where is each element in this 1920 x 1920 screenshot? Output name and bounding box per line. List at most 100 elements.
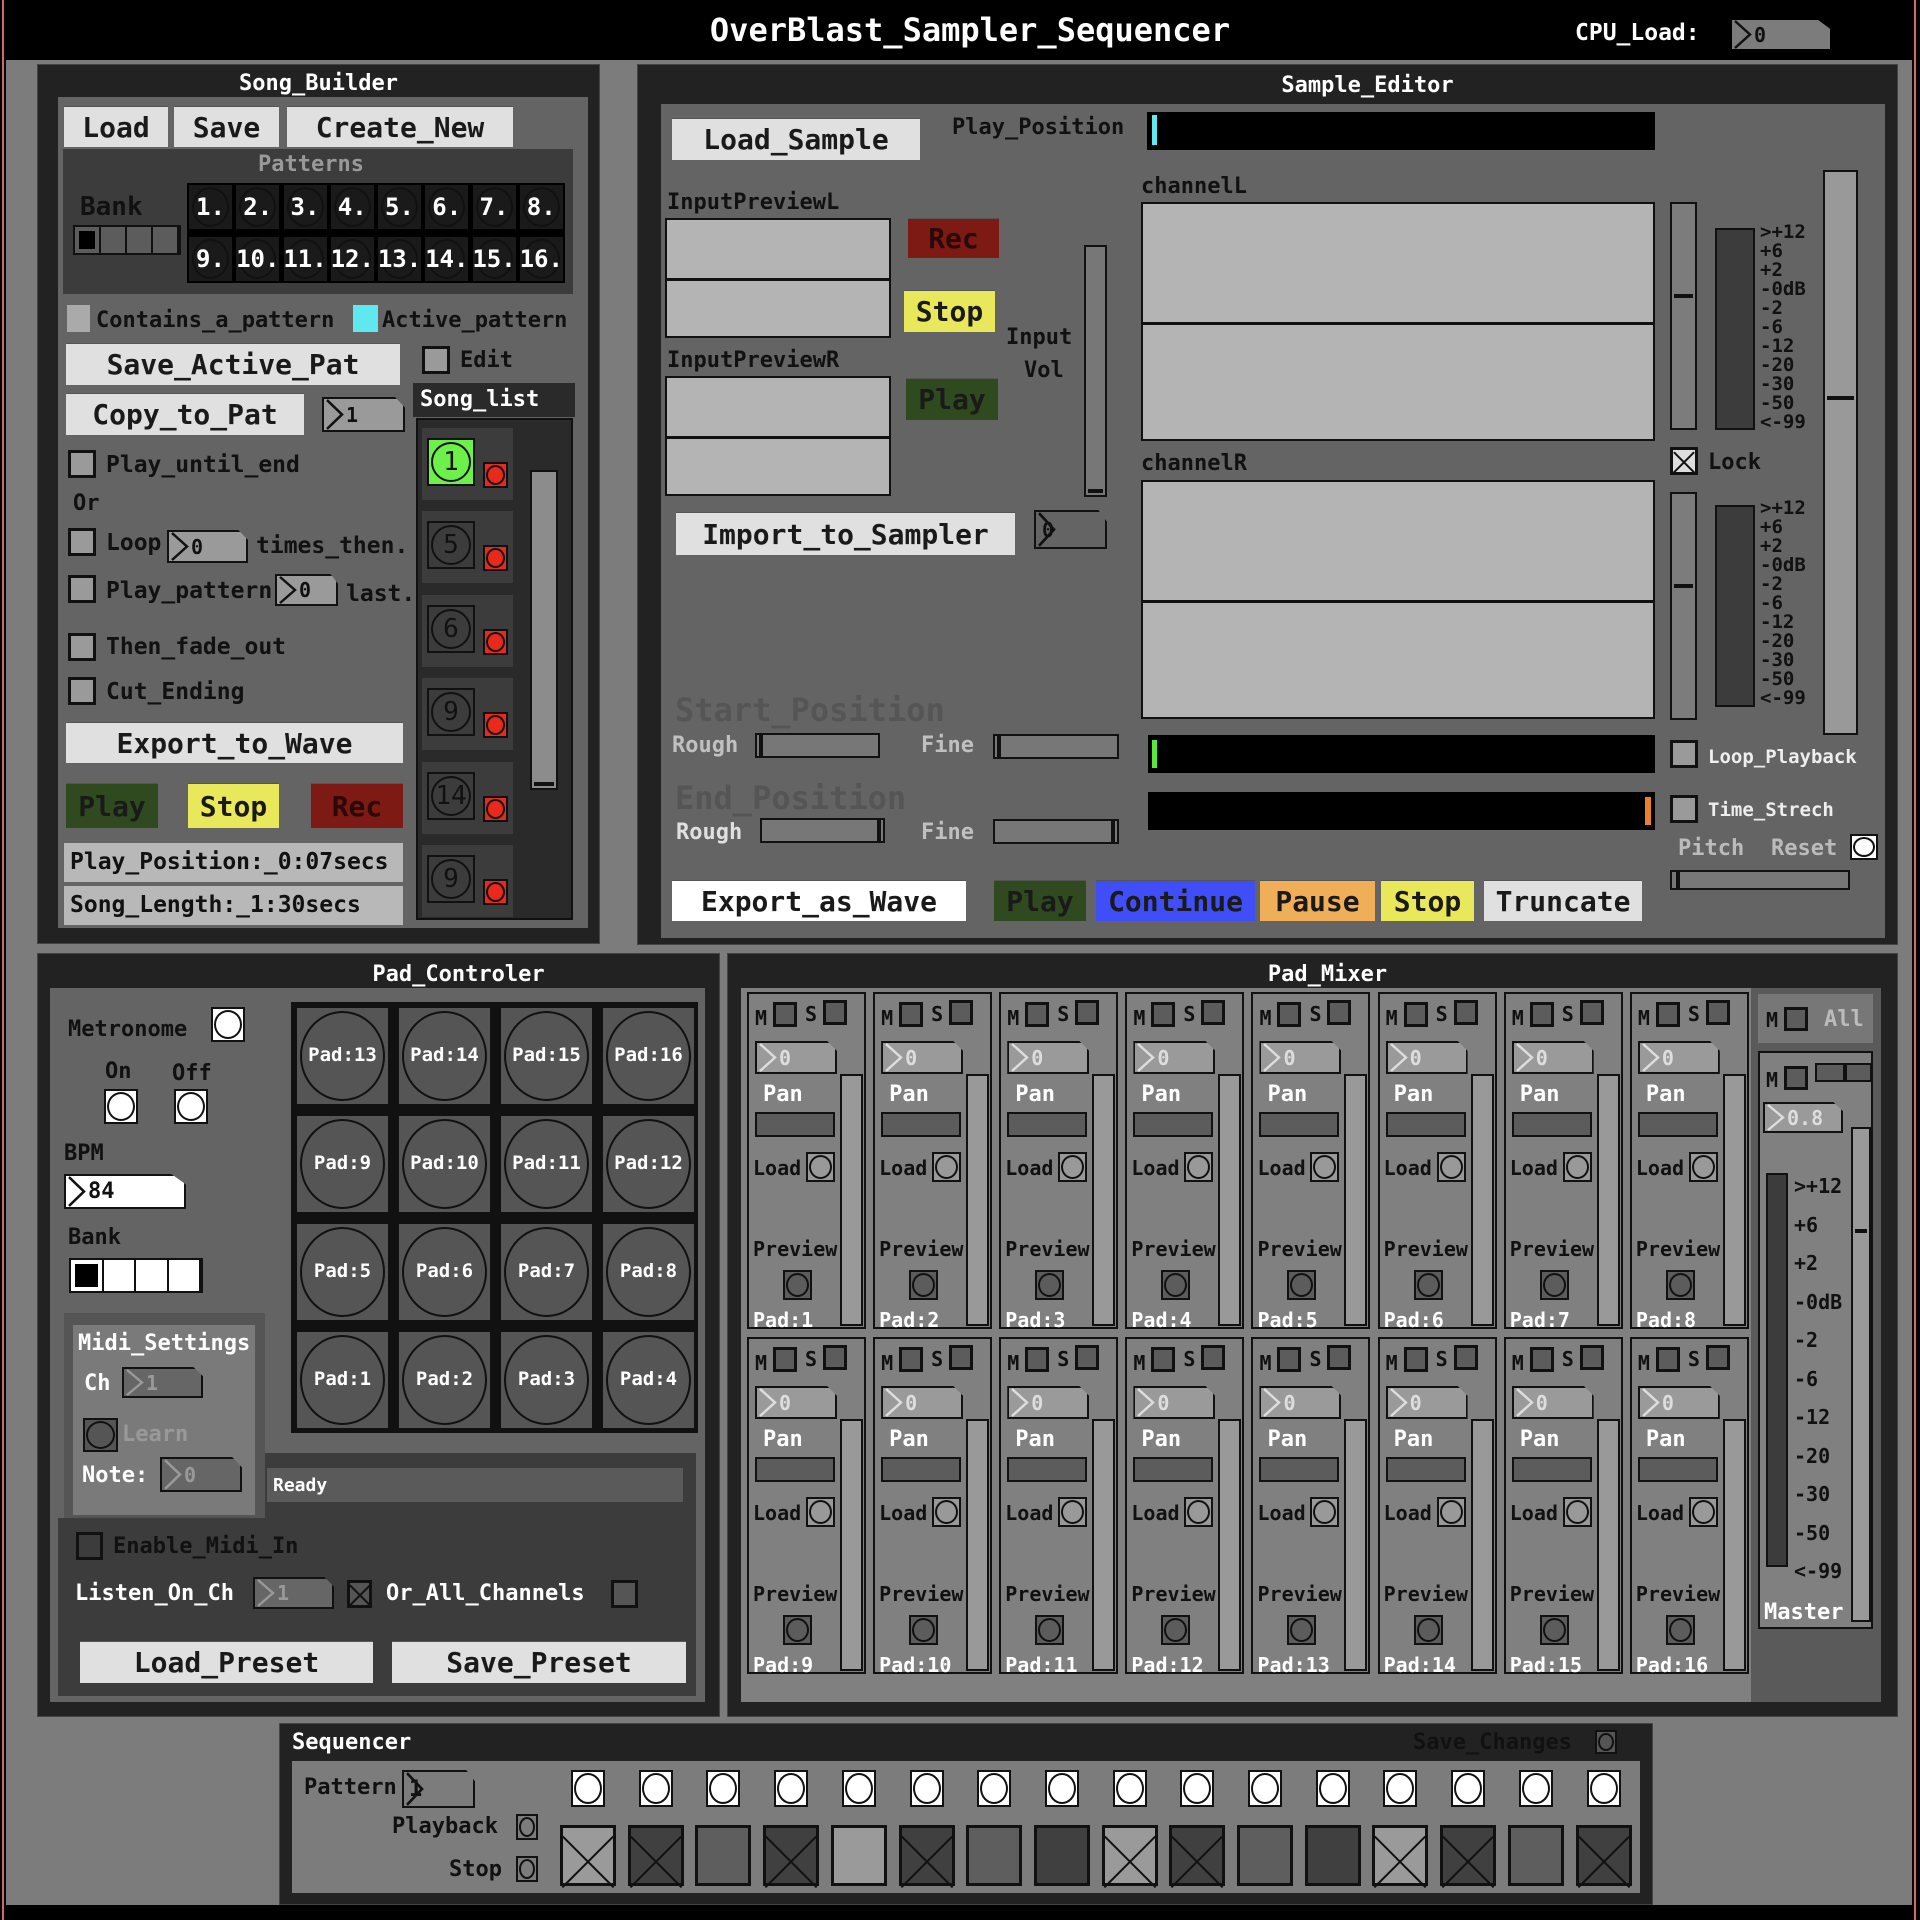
load-sample-bang[interactable] [806, 1497, 835, 1527]
volume-numbox[interactable]: 0 [1637, 1041, 1720, 1074]
volume-fader[interactable] [966, 1074, 990, 1326]
song-item-remove-toggle[interactable] [483, 879, 508, 905]
playback-bang[interactable] [516, 1814, 538, 1840]
start-position-bar[interactable] [1148, 735, 1655, 773]
song-load-button[interactable]: Load [64, 106, 168, 147]
volume-fader[interactable] [1470, 1419, 1494, 1671]
volume-numbox[interactable]: 0 [1385, 1041, 1468, 1074]
preview-bang[interactable] [783, 1615, 812, 1645]
pitch-reset-bang[interactable] [1850, 834, 1878, 860]
sample-stop-button[interactable]: Stop [904, 290, 995, 332]
mute-checkbox[interactable] [899, 1347, 924, 1372]
solo-checkbox[interactable] [949, 1000, 974, 1025]
preview-bang[interactable] [909, 1615, 939, 1645]
load-sample-bang[interactable] [1436, 1497, 1466, 1527]
or-all-channels-checkbox[interactable] [611, 1580, 638, 1608]
load-sample-button[interactable]: Load_Sample [672, 118, 920, 160]
preview-bang[interactable] [909, 1270, 939, 1300]
midi-note-numbox[interactable]: 0 [160, 1457, 242, 1492]
volume-numbox[interactable]: 0 [755, 1386, 837, 1419]
pattern-button[interactable]: 14. [425, 237, 468, 281]
solo-checkbox[interactable] [1201, 1000, 1226, 1025]
preview-bang[interactable] [1665, 1615, 1695, 1645]
preview-bang[interactable] [1539, 1615, 1569, 1645]
volume-fader[interactable] [1218, 1419, 1242, 1671]
mute-checkbox[interactable] [1529, 1002, 1554, 1027]
pan-slider[interactable] [881, 1112, 962, 1137]
mute-checkbox[interactable] [1277, 1347, 1302, 1372]
preview-bang[interactable] [1413, 1270, 1443, 1300]
pan-slider[interactable] [1007, 1112, 1088, 1137]
master-pan-slider[interactable] [1815, 1063, 1872, 1082]
solo-checkbox[interactable] [1453, 1345, 1478, 1370]
mute-checkbox[interactable] [1655, 1002, 1680, 1027]
pattern-button[interactable]: 16. [520, 237, 563, 281]
song-item-remove-toggle[interactable] [483, 545, 508, 571]
listen-ch-checkbox[interactable] [347, 1580, 372, 1608]
song-play-button[interactable]: Play [66, 783, 158, 828]
song-item-bang[interactable]: 6 [427, 605, 475, 653]
drum-pad[interactable]: Pad:10 [396, 1113, 493, 1215]
step-toggle[interactable] [560, 1825, 616, 1886]
master-volume-slider[interactable] [1851, 1127, 1871, 1622]
volume-numbox[interactable]: 0 [755, 1041, 837, 1074]
pattern-button[interactable]: 7. [472, 185, 516, 229]
step-toggle[interactable] [898, 1825, 955, 1886]
solo-checkbox[interactable] [1075, 1000, 1100, 1025]
save-preset-button[interactable]: Save_Preset [392, 1641, 686, 1683]
volume-fader[interactable] [840, 1419, 863, 1671]
song-list-item[interactable]: 1 [422, 428, 513, 500]
loop-checkbox[interactable] [68, 528, 96, 556]
solo-checkbox[interactable] [1705, 1000, 1730, 1025]
solo-checkbox[interactable] [1579, 1345, 1604, 1370]
load-sample-bang[interactable] [1688, 1497, 1718, 1527]
pad-bank-radio[interactable] [69, 1258, 203, 1293]
sequencer-stop-bang[interactable] [516, 1856, 538, 1882]
volume-numbox[interactable]: 0 [1511, 1041, 1594, 1074]
solo-checkbox[interactable] [1075, 1345, 1100, 1370]
load-sample-bang[interactable] [1184, 1152, 1214, 1182]
pattern-button[interactable]: 15. [472, 237, 516, 281]
mute-checkbox[interactable] [1277, 1002, 1302, 1027]
copy-to-pat-button[interactable]: Copy_to_Pat [66, 393, 304, 435]
song-list-item[interactable]: 6 [422, 595, 513, 667]
pattern-button[interactable]: 4. [330, 185, 374, 229]
then-fade-out-checkbox[interactable] [68, 633, 96, 661]
play-pattern-numbox[interactable]: 0 [275, 574, 338, 606]
drum-pad[interactable]: Pad:4 [600, 1329, 697, 1431]
step-toggle[interactable] [1575, 1825, 1632, 1886]
volume-numbox[interactable]: 0 [881, 1041, 964, 1074]
volume-numbox[interactable]: 0 [1007, 1386, 1090, 1419]
mute-checkbox[interactable] [1403, 1002, 1428, 1027]
drum-pad[interactable]: Pad:16 [600, 1005, 697, 1107]
output-volume-slider[interactable] [1823, 170, 1858, 735]
pan-slider[interactable] [755, 1457, 835, 1482]
editor-stop-button[interactable]: Stop [1381, 880, 1474, 921]
song-list-item[interactable]: 5 [422, 511, 513, 583]
pattern-button[interactable]: 3. [283, 185, 327, 229]
preview-bang[interactable] [1161, 1615, 1191, 1645]
load-sample-bang[interactable] [806, 1152, 835, 1182]
pattern-button[interactable]: 11. [283, 237, 327, 281]
input-vol-slider[interactable] [1084, 245, 1107, 497]
load-sample-bang[interactable] [1310, 1152, 1340, 1182]
solo-checkbox[interactable] [1201, 1345, 1226, 1370]
load-sample-bang[interactable] [932, 1152, 962, 1182]
step-toggle[interactable] [1101, 1825, 1158, 1886]
preview-bang[interactable] [1035, 1615, 1065, 1645]
create-new-button[interactable]: Create_New [287, 106, 513, 147]
midi-learn-bang[interactable] [83, 1418, 118, 1452]
end-position-bar[interactable] [1148, 792, 1655, 830]
drum-pad[interactable]: Pad:7 [498, 1221, 595, 1323]
mute-checkbox[interactable] [1025, 1347, 1050, 1372]
pan-slider[interactable] [1133, 1457, 1214, 1482]
load-sample-bang[interactable] [1058, 1152, 1088, 1182]
load-sample-bang[interactable] [1688, 1152, 1718, 1182]
bank-radio-option[interactable] [101, 227, 127, 253]
song-item-remove-toggle[interactable] [483, 712, 508, 738]
volume-fader[interactable] [1722, 1074, 1746, 1326]
volume-numbox[interactable]: 0 [1637, 1386, 1720, 1419]
pan-slider[interactable] [755, 1112, 835, 1137]
metronome-on-bang[interactable] [104, 1089, 138, 1124]
midi-ch-numbox[interactable]: 1 [122, 1367, 203, 1398]
